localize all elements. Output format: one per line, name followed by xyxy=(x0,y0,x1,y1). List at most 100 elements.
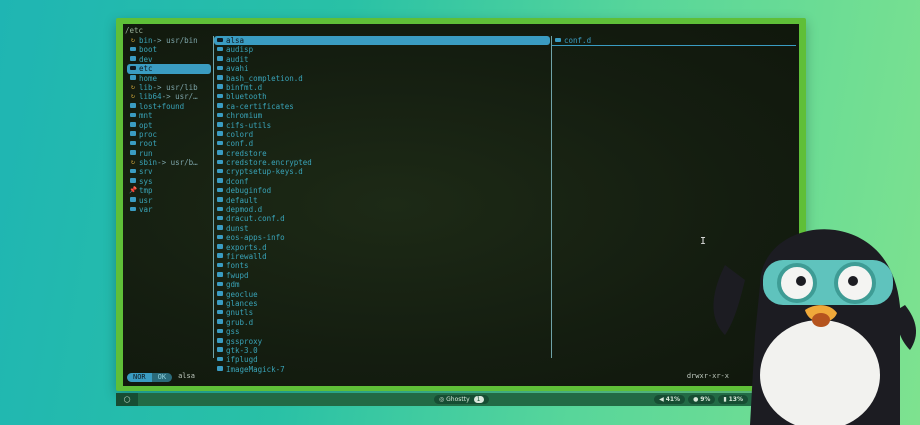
preview-entry[interactable]: conf.d xyxy=(552,36,796,47)
current-entry[interactable]: gtk-3.0 xyxy=(214,346,550,355)
parent-entry[interactable]: ↻ bin -> usr/bin xyxy=(127,36,211,45)
current-entry[interactable]: cryptsetup-keys.d xyxy=(214,167,550,176)
folder-icon xyxy=(554,36,562,45)
entry-name: sbin xyxy=(139,158,158,168)
folder-icon xyxy=(216,102,224,111)
folder-icon xyxy=(216,92,224,101)
workspace-indicator[interactable]: ◎ Ghostty 1 xyxy=(434,395,489,404)
folder-icon xyxy=(129,45,137,54)
mode-ok-indicator: OK xyxy=(151,372,173,382)
current-entry[interactable]: exports.d xyxy=(214,243,550,252)
parent-entry[interactable]: root xyxy=(127,139,211,148)
current-entry[interactable]: conf.d xyxy=(214,139,550,148)
taskbar: ◯ ◎ Ghostty 1 ◀ 41% ● 9% ▮ 13% xyxy=(116,393,806,406)
parent-entry[interactable]: ↻ lib64 -> usr/… xyxy=(127,92,211,101)
parent-entry[interactable]: srv xyxy=(127,167,211,176)
symlink-icon: ↻ xyxy=(131,92,135,101)
parent-entry[interactable]: proc xyxy=(127,130,211,139)
current-entry[interactable]: audit xyxy=(214,55,550,64)
current-entry[interactable]: audisp xyxy=(214,45,550,54)
folder-icon xyxy=(129,102,137,111)
folder-icon xyxy=(216,243,224,252)
volume-indicator[interactable]: ◀ 41% xyxy=(654,395,686,404)
folder-icon xyxy=(216,214,224,223)
current-entry[interactable]: grub.d xyxy=(214,318,550,327)
parent-entry[interactable]: ↻ lib -> usr/lib xyxy=(127,83,211,92)
status-bar: NOR OK alsa drwxr-xr-x xyxy=(123,372,799,382)
volume-value: 41% xyxy=(665,396,681,403)
folder-icon xyxy=(216,64,224,73)
current-entry[interactable]: gnutls xyxy=(214,308,550,317)
parent-entry[interactable]: lost+found xyxy=(127,102,211,111)
symlink-target: -> usr/bin xyxy=(152,36,198,45)
current-entry[interactable]: ca-certificates xyxy=(214,102,550,111)
current-entry[interactable]: fonts xyxy=(214,261,550,270)
entry-name: fonts xyxy=(226,261,249,271)
current-entry[interactable]: bash_completion.d xyxy=(214,74,550,83)
current-entry[interactable]: dconf xyxy=(214,177,550,186)
current-entry[interactable]: binfmt.d xyxy=(214,83,550,92)
entry-name: etc xyxy=(139,64,153,74)
current-entry[interactable]: bluetooth xyxy=(214,92,550,101)
parent-entry[interactable]: run xyxy=(127,149,211,158)
current-entry[interactable]: glances xyxy=(214,299,550,308)
parent-entry[interactable]: mnt xyxy=(127,111,211,120)
current-entry[interactable]: chromium xyxy=(214,111,550,120)
parent-entry[interactable]: boot xyxy=(127,45,211,54)
parent-entry[interactable]: home xyxy=(127,74,211,83)
folder-icon xyxy=(129,130,137,139)
entry-name: credstore xyxy=(226,148,267,158)
parent-entry[interactable]: opt xyxy=(127,121,211,130)
entry-name: mnt xyxy=(139,111,153,121)
folder-icon xyxy=(216,252,224,261)
current-entry[interactable]: credstore.encrypted xyxy=(214,158,550,167)
penguin-mascot xyxy=(713,229,917,425)
folder-icon xyxy=(216,196,224,205)
current-entry[interactable]: credstore xyxy=(214,149,550,158)
folder-icon xyxy=(216,158,224,167)
entry-name: gdm xyxy=(226,280,240,290)
current-entry[interactable]: gdm xyxy=(214,280,550,289)
entry-name: bash_completion.d xyxy=(226,73,303,83)
current-entry[interactable]: gss xyxy=(214,327,550,336)
parent-entry[interactable]: usr xyxy=(127,196,211,205)
entry-name: audit xyxy=(226,54,249,64)
current-entry[interactable]: dracut.conf.d xyxy=(214,214,550,223)
folder-icon xyxy=(129,74,137,83)
current-entry[interactable]: default xyxy=(214,196,550,205)
parent-entry[interactable]: dev xyxy=(127,55,211,64)
entry-name: conf.d xyxy=(564,36,592,45)
entry-name: usr xyxy=(139,195,153,205)
parent-entry[interactable]: var xyxy=(127,205,211,214)
parent-entry[interactable]: ↻ sbin -> usr/b… xyxy=(127,158,211,167)
parent-column: ↻ bin -> usr/bin boot dev etc home ↻ lib -> usr… xyxy=(127,36,211,214)
current-entry[interactable]: firewalld xyxy=(214,252,550,261)
current-entry[interactable]: avahi xyxy=(214,64,550,73)
current-entry[interactable]: gssproxy xyxy=(214,337,550,346)
pin-icon: 📌 xyxy=(129,186,138,195)
parent-entry[interactable]: sys xyxy=(127,177,211,186)
parent-entry[interactable]: etc xyxy=(127,64,211,74)
folder-icon xyxy=(129,64,137,73)
current-entry[interactable]: geoclue xyxy=(214,290,550,299)
parent-entry[interactable]: 📌 tmp xyxy=(127,186,211,195)
current-entry[interactable]: debuginfod xyxy=(214,186,550,195)
entry-name: lost+found xyxy=(139,101,185,111)
entry-name: root xyxy=(139,139,158,149)
circle-icon[interactable]: ◯ xyxy=(116,393,138,406)
current-entry[interactable]: ifplugd xyxy=(214,355,550,364)
current-entry[interactable]: cifs-utils xyxy=(214,121,550,130)
entry-name: lib64 xyxy=(139,92,162,102)
current-entry[interactable]: alsa xyxy=(214,36,550,46)
current-column: alsa audisp audit avahi bash_completion.d bin… xyxy=(213,36,550,374)
entry-name: bin xyxy=(139,36,153,45)
symlink-icon: ↻ xyxy=(131,82,135,91)
current-entry[interactable]: depmod.d xyxy=(214,205,550,214)
folder-icon xyxy=(216,337,224,346)
entry-name: dracut.conf.d xyxy=(226,214,285,224)
current-entry[interactable]: dunst xyxy=(214,224,550,233)
current-entry[interactable]: fwupd xyxy=(214,271,550,280)
current-entry[interactable]: eos-apps-info xyxy=(214,233,550,242)
entry-name: credstore.encrypted xyxy=(226,158,312,168)
current-entry[interactable]: colord xyxy=(214,130,550,139)
